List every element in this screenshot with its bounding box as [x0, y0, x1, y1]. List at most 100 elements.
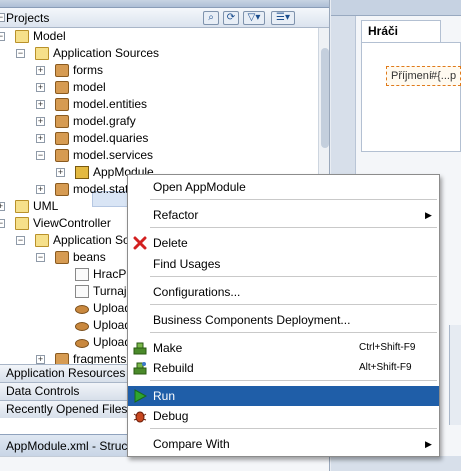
panel-title: Projects	[6, 11, 50, 25]
binoculars-icon[interactable]: ⌕	[203, 11, 219, 25]
collapse-icon[interactable]: −	[0, 219, 5, 228]
package-icon	[55, 81, 69, 94]
project-folder-icon	[15, 30, 29, 43]
tree-label: Model	[33, 29, 66, 43]
menu-item-bc-deployment[interactable]: Business Components Deployment...	[128, 310, 439, 330]
menu-item-configurations[interactable]: Configurations...	[128, 282, 439, 302]
menu-item-delete[interactable]: Delete	[128, 233, 439, 253]
package-icon	[55, 251, 69, 264]
menu-item-label: Configurations...	[153, 285, 241, 299]
expand-icon[interactable]: +	[56, 168, 65, 177]
hraci-panel-body	[361, 42, 461, 152]
tree-node-application-sources[interactable]: − Application Sources	[0, 45, 318, 62]
working-sets-icon[interactable]: ☰▾	[271, 11, 295, 25]
menu-separator	[150, 380, 437, 381]
menu-item-label: Refactor	[153, 208, 199, 222]
package-icon	[55, 183, 69, 196]
menu-item-debug[interactable]: Debug	[128, 406, 439, 426]
menu-item-refactor[interactable]: Refactor ▶	[128, 205, 439, 225]
package-icon	[55, 149, 69, 162]
field-value: #{...p	[431, 70, 457, 82]
submenu-arrow-icon: ▶	[425, 439, 432, 449]
expand-icon[interactable]: +	[36, 66, 45, 75]
submenu-arrow-icon: ▶	[425, 210, 432, 220]
expand-icon[interactable]: +	[36, 185, 45, 194]
menu-item-label: Business Components Deployment...	[153, 313, 351, 327]
expand-icon[interactable]: +	[0, 202, 5, 211]
menu-item-make[interactable]: Make Ctrl+Shift-F9	[128, 338, 439, 358]
menu-separator	[150, 428, 437, 429]
tree-label: Application Sou	[53, 233, 137, 247]
expand-icon[interactable]: +	[36, 117, 45, 126]
collapse-icon[interactable]: −	[0, 32, 5, 41]
collapse-icon[interactable]: −	[16, 236, 25, 245]
tree-label: beans	[73, 250, 106, 264]
package-icon	[55, 115, 69, 128]
menu-item-find-usages[interactable]: Find Usages	[128, 254, 439, 274]
folder-icon	[35, 234, 49, 247]
tab-hraci[interactable]: Hráči	[361, 20, 441, 42]
filter-icon[interactable]: ▽▾	[243, 11, 265, 25]
menu-item-compare-with[interactable]: Compare With ▶	[128, 434, 439, 454]
lower-panel-edge	[449, 325, 461, 425]
run-icon	[134, 389, 147, 403]
menu-separator	[150, 227, 437, 228]
tree-label: HracPr	[93, 267, 131, 281]
collapse-icon[interactable]: −	[36, 253, 45, 262]
prijmeni-field[interactable]: Příjmení #{...p	[386, 66, 461, 86]
field-label: Příjmení	[391, 70, 432, 82]
tree-label: model	[73, 80, 106, 94]
shortcut-label: Alt+Shift-F9	[359, 362, 412, 373]
expand-icon[interactable]: +	[36, 355, 45, 364]
project-folder-icon	[15, 200, 29, 213]
menu-item-label: Compare With	[153, 437, 230, 451]
menu-separator	[150, 199, 437, 200]
package-icon	[55, 132, 69, 145]
make-icon	[133, 342, 147, 355]
expand-icon[interactable]: +	[36, 134, 45, 143]
tree-node-model-services[interactable]: − model.services	[0, 147, 318, 164]
tree-label: model.grafy	[73, 114, 136, 128]
accordion-label: Recently Opened Files	[6, 402, 128, 416]
menu-item-label: Rebuild	[153, 361, 194, 375]
accordion-label: Data Controls	[6, 384, 80, 398]
tree-label: UML	[33, 199, 59, 213]
projects-panel-header: − Projects ⌕ ⟳ ▽▾ ☰▾	[0, 8, 329, 28]
tree-node-model-entities[interactable]: + model.entities	[0, 96, 318, 113]
menu-item-run[interactable]: Run	[128, 386, 439, 406]
menu-separator	[150, 304, 437, 305]
tree-node-forms[interactable]: + forms	[0, 62, 318, 79]
tree-label: model.quaries	[73, 131, 149, 145]
menu-item-rebuild[interactable]: Rebuild Alt+Shift-F9	[128, 358, 439, 378]
editor-top-bar	[331, 0, 461, 16]
scrollbar-thumb[interactable]	[321, 48, 329, 148]
tree-node-model-pkg[interactable]: + model	[0, 79, 318, 96]
menu-item-label: Open AppModule	[153, 180, 246, 194]
sync-icon[interactable]: ⟳	[223, 11, 239, 25]
collapse-icon[interactable]: −	[0, 13, 5, 22]
expand-icon[interactable]: +	[36, 83, 45, 92]
bean-icon	[75, 305, 89, 314]
delete-icon	[133, 236, 147, 250]
top-tab-strip	[0, 0, 329, 8]
structure-tab-label: AppModule.xml - Structu	[6, 439, 138, 453]
menu-item-label: Delete	[153, 236, 188, 250]
expand-icon[interactable]: +	[36, 100, 45, 109]
folder-icon	[35, 47, 49, 60]
package-icon	[55, 98, 69, 111]
menu-separator	[150, 276, 437, 277]
menu-separator	[150, 332, 437, 333]
tree-label: model.entities	[73, 97, 148, 111]
tree-node-model-grafy[interactable]: + model.grafy	[0, 113, 318, 130]
structure-toolbar	[0, 456, 329, 471]
tree-node-model-quaries[interactable]: + model.quaries	[0, 130, 318, 147]
menu-item-open[interactable]: Open AppModule	[128, 177, 439, 197]
tree-node-model[interactable]: − Model	[0, 28, 318, 45]
java-file-icon	[75, 268, 89, 281]
bug-icon	[133, 411, 147, 423]
menu-item-label: Run	[153, 389, 176, 403]
bean-icon	[75, 322, 89, 331]
collapse-icon[interactable]: −	[36, 151, 45, 160]
collapse-icon[interactable]: −	[16, 49, 25, 58]
application-module-icon	[75, 166, 89, 179]
